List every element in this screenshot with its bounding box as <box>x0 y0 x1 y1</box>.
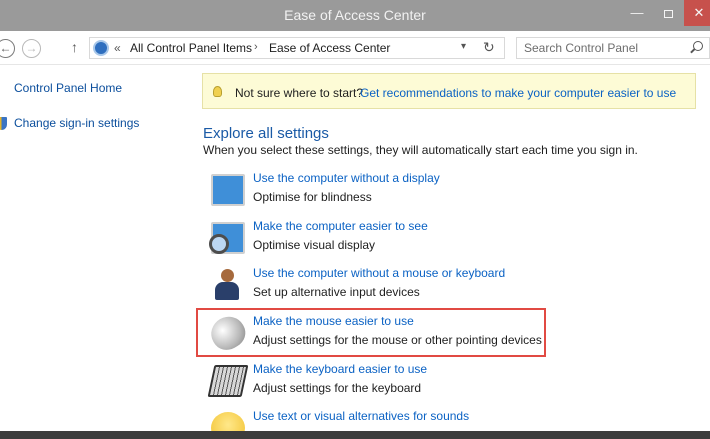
setting-item-without-mouse-keyboard[interactable]: Use the computer without a mouse or keyb… <box>203 265 683 309</box>
person-icon <box>211 269 245 301</box>
left-pane: Control Panel Home Change sign-in settin… <box>0 66 190 439</box>
setting-link[interactable]: Use text or visual alternatives for soun… <box>253 409 469 423</box>
recommendation-banner: Not sure where to start? Get recommendat… <box>202 73 696 109</box>
setting-description: Set up alternative input devices <box>253 285 420 299</box>
setting-link[interactable]: Make the keyboard easier to use <box>253 362 427 376</box>
minimize-button[interactable]: — <box>622 0 652 26</box>
magnifier-icon <box>209 222 245 254</box>
get-recommendations-link[interactable]: Get recommendations to make your compute… <box>360 86 676 100</box>
keyboard-icon <box>207 365 249 397</box>
setting-description: Optimise visual display <box>253 238 376 252</box>
title-bar: Ease of Access Center — ✕ <box>0 0 710 31</box>
search-box[interactable]: Search Control Panel <box>516 37 710 59</box>
window-title: Ease of Access Center <box>284 7 426 23</box>
highlight-box <box>196 308 546 357</box>
setting-link[interactable]: Use the computer without a mouse or keyb… <box>253 266 505 280</box>
shield-icon <box>0 117 7 130</box>
search-input[interactable]: Search Control Panel <box>524 41 638 55</box>
close-button[interactable]: ✕ <box>684 0 710 26</box>
address-bar[interactable]: « All Control Panel Items › Ease of Acce… <box>89 37 505 59</box>
banner-text: Not sure where to start? <box>235 86 364 100</box>
breadcrumb-ease-of-access-center[interactable]: Ease of Access Center <box>269 41 390 55</box>
setting-item-easier-to-see[interactable]: Make the computer easier to see Optimise… <box>203 218 683 262</box>
lightbulb-icon <box>213 86 222 97</box>
change-sign-in-settings-link[interactable]: Change sign-in settings <box>14 116 139 130</box>
taskbar-edge <box>0 431 710 439</box>
setting-item-keyboard-easier[interactable]: Make the keyboard easier to use Adjust s… <box>203 361 683 405</box>
search-icon[interactable] <box>693 41 703 51</box>
setting-item-without-display[interactable]: Use the computer without a display Optim… <box>203 170 683 214</box>
forward-button[interactable]: → <box>22 39 41 58</box>
breadcrumb-all-control-panel-items[interactable]: All Control Panel Items <box>130 41 252 55</box>
maximize-icon <box>663 9 673 18</box>
setting-link[interactable]: Make the computer easier to see <box>253 219 428 233</box>
up-button[interactable]: ↑ <box>71 39 78 55</box>
section-description: When you select these settings, they wil… <box>203 143 638 157</box>
setting-description: Adjust settings for the keyboard <box>253 381 422 395</box>
setting-description: Optimise for blindness <box>253 190 372 204</box>
breadcrumb-overflow-button[interactable]: « <box>114 41 121 55</box>
refresh-button[interactable]: ↻ <box>483 39 495 56</box>
monitor-icon <box>211 174 245 206</box>
breadcrumb-separator[interactable]: › <box>254 41 258 53</box>
maximize-button[interactable] <box>652 0 684 26</box>
control-panel-icon <box>93 40 109 56</box>
back-button[interactable]: ← <box>0 39 15 58</box>
setting-link[interactable]: Use the computer without a display <box>253 171 440 185</box>
control-panel-home-link[interactable]: Control Panel Home <box>14 81 122 95</box>
address-dropdown-button[interactable]: ▾ <box>461 41 466 52</box>
navigation-bar: ← → ↑ « All Control Panel Items › Ease o… <box>0 31 710 65</box>
section-heading: Explore all settings <box>203 125 329 142</box>
